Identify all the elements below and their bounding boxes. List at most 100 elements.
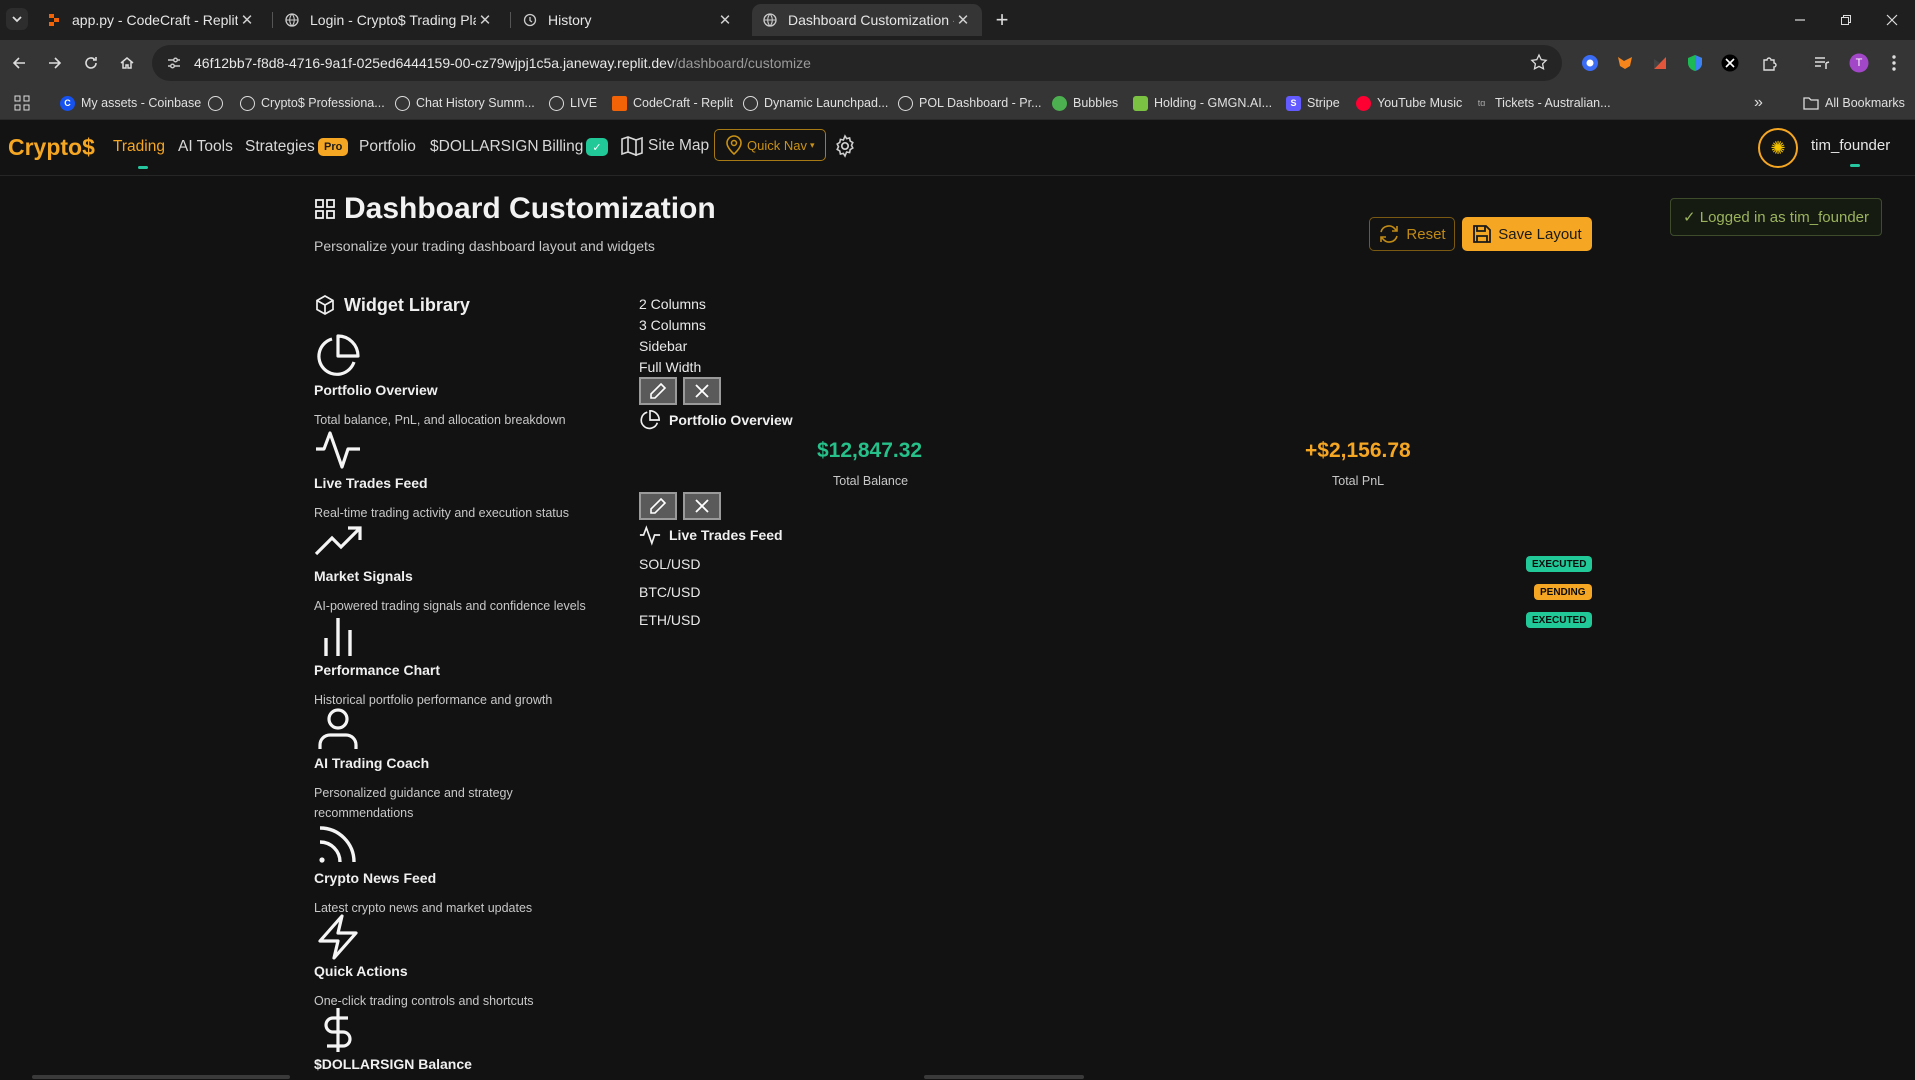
close-icon[interactable]: ✕ bbox=[954, 11, 972, 29]
bookmark-live[interactable]: LIVE bbox=[549, 94, 597, 112]
tab-dashboard-customization[interactable]: Dashboard Customization - Crypto$ ✕ bbox=[752, 4, 982, 36]
profile-avatar[interactable]: T bbox=[1849, 53, 1869, 73]
bookmark-tickets[interactable]: tɑ Tickets - Australian... bbox=[1474, 94, 1611, 112]
close-icon[interactable]: ✕ bbox=[238, 11, 256, 29]
save-layout-label: Save Layout bbox=[1498, 225, 1582, 243]
chevron-down-icon bbox=[12, 16, 22, 23]
more-bookmarks-icon[interactable]: » bbox=[1754, 94, 1763, 112]
home-button[interactable] bbox=[114, 50, 140, 76]
username[interactable]: tim_founder bbox=[1811, 137, 1890, 154]
tab-history[interactable]: History ✕ bbox=[512, 4, 744, 36]
shield-icon[interactable] bbox=[1685, 53, 1705, 73]
replit-icon bbox=[612, 95, 627, 111]
bookmark-codecraft[interactable]: CodeCraft - Replit bbox=[612, 94, 733, 112]
remove-widget-button[interactable] bbox=[683, 492, 721, 520]
tab-search-button[interactable] bbox=[6, 8, 28, 30]
minimize-button[interactable] bbox=[1777, 0, 1823, 40]
nav-site-map[interactable]: Site Map bbox=[620, 134, 709, 158]
extension-icon[interactable] bbox=[1650, 53, 1670, 73]
address-bar[interactable]: 46f12bb7-f8d8-4716-9a1f-025ed6444159-00-… bbox=[152, 45, 1562, 81]
horizontal-scrollbar[interactable] bbox=[32, 1075, 290, 1079]
pro-badge: Pro bbox=[318, 138, 349, 156]
user-avatar[interactable]: ✺ bbox=[1758, 128, 1798, 168]
bookmark-chat-history[interactable]: Chat History Summ... bbox=[395, 94, 535, 112]
layout-option-full-width[interactable]: Full Width bbox=[639, 359, 701, 375]
layout-option-3-columns[interactable]: 3 Columns bbox=[639, 317, 706, 333]
status-badge: PENDING bbox=[1534, 584, 1592, 600]
status-badge: EXECUTED bbox=[1526, 612, 1593, 628]
remove-widget-button[interactable] bbox=[683, 377, 721, 405]
bookmark-star-icon[interactable] bbox=[1530, 53, 1548, 71]
apps-icon[interactable] bbox=[14, 94, 30, 112]
bookmark-pol-dashboard[interactable]: POL Dashboard - Pr... bbox=[898, 94, 1042, 112]
nav-ai-tools[interactable]: AI Tools bbox=[178, 138, 233, 156]
menu-dots-icon[interactable] bbox=[1884, 53, 1904, 73]
widget-crypto-news-feed[interactable]: Crypto News Feed Latest crypto news and … bbox=[314, 820, 614, 918]
bookmark-bubbles[interactable]: Bubbles bbox=[1052, 94, 1118, 112]
total-pnl-value: +$2,156.78 bbox=[1305, 439, 1411, 462]
tab-login[interactable]: Login - Crypto$ Trading Platform ✕ bbox=[274, 4, 504, 36]
x-icon[interactable] bbox=[1720, 53, 1740, 73]
bookmark-label: My assets - Coinbase bbox=[81, 96, 202, 110]
widget-portfolio-overview[interactable]: Portfolio Overview Total balance, PnL, a… bbox=[314, 332, 614, 430]
widget-quick-actions[interactable]: Quick Actions One-click trading controls… bbox=[314, 913, 614, 1011]
restore-button[interactable] bbox=[1823, 0, 1869, 40]
horizontal-scrollbar[interactable] bbox=[924, 1075, 1084, 1079]
puzzle-icon[interactable] bbox=[1760, 53, 1780, 73]
globe-icon bbox=[898, 95, 913, 111]
bookmark-dynamic-launchpad[interactable]: Dynamic Launchpad... bbox=[743, 94, 888, 112]
site-info-icon[interactable] bbox=[166, 55, 184, 71]
media-icon[interactable] bbox=[1812, 53, 1832, 73]
bookmark-label: YouTube Music bbox=[1377, 96, 1463, 110]
layout-option-2-columns[interactable]: 2 Columns bbox=[639, 296, 706, 312]
back-button[interactable] bbox=[6, 50, 32, 76]
close-window-button[interactable] bbox=[1869, 0, 1915, 40]
nav-active-indicator bbox=[138, 166, 148, 169]
forward-button[interactable] bbox=[42, 50, 68, 76]
tab-title: History bbox=[548, 12, 592, 28]
widget-market-signals[interactable]: Market Signals AI-powered trading signal… bbox=[314, 518, 614, 616]
widget-performance-chart[interactable]: Performance Chart Historical portfolio p… bbox=[314, 612, 614, 710]
reset-button[interactable]: Reset bbox=[1369, 217, 1455, 251]
layout-option-sidebar[interactable]: Sidebar bbox=[639, 338, 687, 354]
widget-dollarsign-balance[interactable]: $DOLLARSIGN Balance bbox=[314, 1006, 614, 1072]
close-icon[interactable]: ✕ bbox=[476, 11, 494, 29]
bookmark-gmgn[interactable]: Holding - GMGN.AI... bbox=[1133, 94, 1272, 112]
arrow-left-icon bbox=[12, 57, 25, 69]
close-icon bbox=[695, 499, 709, 513]
nav-strategies[interactable]: Strategies bbox=[245, 138, 315, 156]
new-tab-button[interactable]: + bbox=[990, 7, 1014, 32]
nav-trading[interactable]: Trading bbox=[113, 138, 165, 156]
metamask-icon[interactable] bbox=[1615, 53, 1635, 73]
bubbles-icon bbox=[1052, 95, 1067, 111]
brand-logo[interactable]: Crypto$ bbox=[8, 134, 95, 161]
bookmark-label: Stripe bbox=[1307, 96, 1340, 110]
nav-portfolio[interactable]: Portfolio bbox=[359, 138, 416, 156]
nav-dollarsign[interactable]: $DOLLARSIGN bbox=[430, 138, 539, 156]
save-layout-button[interactable]: Save Layout bbox=[1462, 217, 1592, 251]
trades-card-header: Live Trades Feed bbox=[639, 524, 783, 546]
bookmark-youtube-music[interactable]: YouTube Music bbox=[1356, 94, 1462, 112]
edit-widget-button[interactable] bbox=[639, 377, 677, 405]
bookmark-crypto-professional[interactable]: Crypto$ Professiona... bbox=[240, 94, 385, 112]
extension-icon[interactable] bbox=[1580, 53, 1600, 73]
history-icon bbox=[522, 12, 538, 28]
tab-codecraft[interactable]: app.py - CodeCraft - Replit ✕ bbox=[36, 4, 266, 36]
all-bookmarks[interactable]: All Bookmarks bbox=[1803, 94, 1905, 112]
edit-widget-button[interactable] bbox=[639, 492, 677, 520]
close-icon[interactable]: ✕ bbox=[716, 11, 734, 29]
bookmarks-bar: C My assets - Coinbase Crypto$ Profession… bbox=[0, 86, 1915, 120]
widget-ai-trading-coach[interactable]: AI Trading Coach Personalized guidance a… bbox=[314, 705, 614, 823]
reload-button[interactable] bbox=[78, 50, 104, 76]
youtube-music-icon bbox=[1356, 95, 1371, 111]
bookmark-coinbase[interactable]: C My assets - Coinbase bbox=[60, 94, 201, 112]
bookmark-link[interactable] bbox=[208, 94, 229, 112]
bookmark-stripe[interactable]: S Stripe bbox=[1286, 94, 1340, 112]
bookmark-label: POL Dashboard - Pr... bbox=[919, 96, 1042, 110]
app-viewport: Crypto$ Trading AI Tools Strategies Pro … bbox=[0, 120, 1915, 1080]
quick-nav-dropdown[interactable]: Quick Nav ▾ bbox=[714, 129, 826, 161]
gear-icon[interactable] bbox=[833, 134, 857, 158]
nav-billing[interactable]: Billing bbox=[542, 138, 583, 156]
widget-live-trades-feed[interactable]: Live Trades Feed Real-time trading activ… bbox=[314, 425, 614, 523]
widget-name: Portfolio Overview bbox=[314, 382, 438, 398]
